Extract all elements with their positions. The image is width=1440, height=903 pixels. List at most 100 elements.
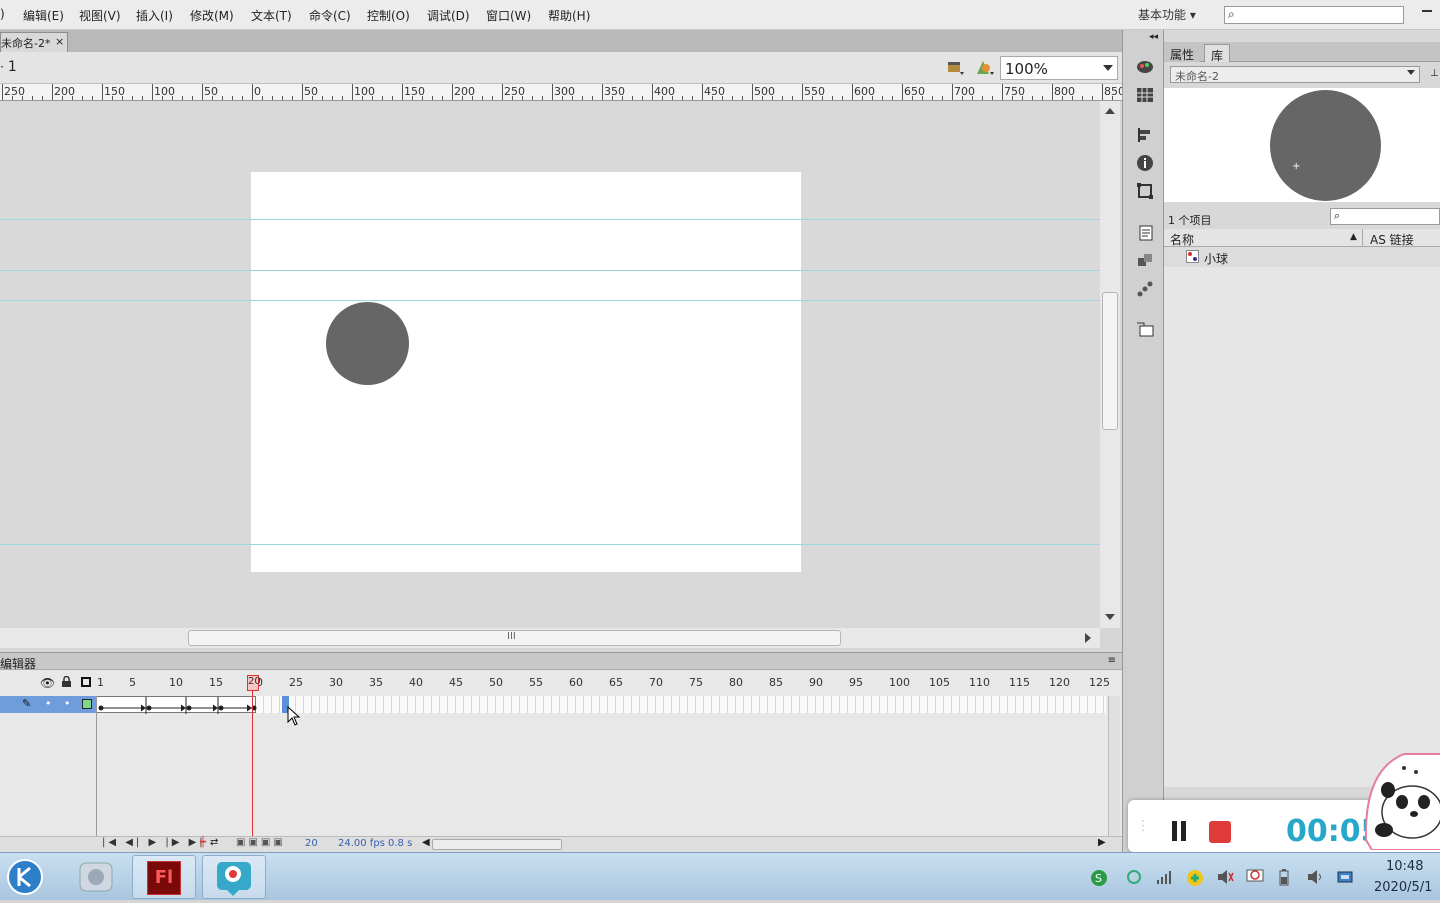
project-icon[interactable]: [1136, 320, 1154, 338]
guide-line[interactable]: [251, 300, 801, 301]
menu-view[interactable]: 视图(V): [79, 7, 121, 24]
taskbar-app-recorder[interactable]: [202, 855, 266, 899]
menu-commands[interactable]: 命令(C): [309, 7, 351, 24]
drag-handle-icon[interactable]: ⋮: [1136, 818, 1150, 834]
align-icon[interactable]: [1136, 126, 1154, 144]
pin-icon[interactable]: ⊥: [1430, 68, 1439, 79]
chevron-down-icon: [1103, 65, 1113, 71]
column-name[interactable]: 名称: [1170, 231, 1194, 248]
swatches-icon[interactable]: [1136, 86, 1154, 104]
security-tray-icon[interactable]: [1186, 869, 1203, 886]
playhead-marker[interactable]: 20: [247, 675, 261, 691]
onion-skin-icons[interactable]: ▣▣▣▣: [236, 837, 286, 848]
menu-edit[interactable]: 编辑(E): [23, 7, 64, 24]
library-search-input[interactable]: ⌕: [1330, 208, 1440, 225]
loop-icon[interactable]: ⇄: [210, 837, 218, 848]
components-icon[interactable]: [1136, 252, 1154, 270]
ruler-minor-tick: [832, 96, 833, 100]
collapse-icon[interactable]: ◂◂: [1149, 32, 1158, 42]
guide-line[interactable]: [251, 270, 801, 271]
visible-dot[interactable]: •: [45, 697, 52, 710]
sync-tray-icon[interactable]: S: [1090, 869, 1107, 886]
stop-record-button[interactable]: [1209, 821, 1231, 843]
ruler-tick: [402, 84, 403, 100]
tab-properties[interactable]: 属性: [1164, 44, 1201, 62]
info-icon[interactable]: [1136, 154, 1154, 172]
clock-time[interactable]: 10:48: [1386, 859, 1423, 874]
scroll-right-icon[interactable]: ▶: [1098, 837, 1106, 848]
document-tab[interactable]: 未命名-2* ×: [0, 32, 68, 52]
tab-library[interactable]: 库: [1204, 44, 1231, 63]
menu-control[interactable]: 控制(O): [367, 7, 410, 24]
ruler-minor-tick: [112, 96, 113, 100]
frame-rate[interactable]: 24.00 fps: [338, 838, 385, 849]
playhead-line[interactable]: [252, 676, 253, 844]
menu-text[interactable]: 文本(T): [251, 7, 292, 24]
scroll-left-icon[interactable]: ◀: [422, 837, 430, 848]
network-status-icon[interactable]: [1126, 869, 1142, 885]
outline-icon[interactable]: [81, 677, 91, 687]
ruler-minor-tick: [642, 96, 643, 100]
ruler-minor-tick: [222, 96, 223, 100]
minimize-button[interactable]: [1418, 2, 1436, 16]
pasteboard[interactable]: [0, 101, 1100, 628]
timeline-scroll-thumb[interactable]: [432, 839, 562, 850]
battery-icon[interactable]: [1278, 869, 1294, 886]
ball-symbol-instance[interactable]: [326, 302, 409, 385]
timeline-divider: [96, 696, 97, 846]
sort-icon[interactable]: ▲: [1350, 232, 1357, 242]
help-search-input[interactable]: ⌕: [1224, 6, 1404, 24]
taskbar-app-photos[interactable]: [66, 855, 130, 899]
taskbar-app-flash[interactable]: Fl: [132, 855, 196, 899]
eye-icon[interactable]: 👁: [40, 676, 55, 690]
zoom-select[interactable]: 100%: [1000, 56, 1118, 80]
lock-icon[interactable]: [61, 675, 71, 687]
clock-date[interactable]: 2020/5/1: [1374, 880, 1432, 895]
ruler-minor-tick: [332, 96, 333, 100]
actions-icon[interactable]: [1136, 224, 1154, 242]
vertical-scroll-thumb[interactable]: [1102, 292, 1118, 430]
playback-controls[interactable]: |◀ ◀| ▶ |▶ ▶|: [102, 837, 206, 848]
workspace-switcher[interactable]: 基本功能 ▾: [1138, 6, 1196, 23]
signal-icon[interactable]: [1156, 869, 1172, 885]
search-icon: ⌕: [1334, 209, 1341, 222]
close-icon[interactable]: ×: [55, 35, 64, 48]
speaker-icon[interactable]: [1306, 869, 1322, 885]
layer-color-swatch[interactable]: [82, 699, 92, 709]
layer-row[interactable]: ✎ • •: [0, 696, 96, 713]
ruler-minor-tick: [572, 96, 573, 100]
stage[interactable]: [251, 172, 801, 572]
ruler-minor-tick: [472, 96, 473, 100]
library-document-select[interactable]: 未命名-2: [1170, 66, 1420, 83]
volume-muted-icon[interactable]: [1216, 869, 1234, 885]
motion-tween-span[interactable]: [96, 696, 257, 714]
document-tab-title: 未命名-2*: [1, 37, 51, 50]
display-tray-icon[interactable]: [1246, 869, 1264, 885]
transform-icon[interactable]: [1136, 182, 1154, 200]
ruler-minor-tick: [892, 96, 893, 100]
pause-button[interactable]: [1170, 821, 1188, 841]
menu-item-prev[interactable]: ): [0, 7, 5, 21]
network-monitor-icon[interactable]: [1336, 869, 1353, 885]
ruler-minor-tick: [312, 96, 313, 100]
guide-line[interactable]: [251, 219, 801, 220]
panel-menu-icon[interactable]: ≡: [1108, 655, 1116, 666]
motion-presets-icon[interactable]: [1136, 280, 1154, 298]
menu-insert[interactable]: 插入(I): [136, 7, 173, 24]
guide-line[interactable]: [251, 544, 801, 545]
column-linkage[interactable]: AS 链接: [1370, 231, 1414, 248]
edit-symbol-icon[interactable]: [974, 58, 994, 78]
horizontal-scroll-thumb[interactable]: III: [188, 630, 841, 646]
library-item[interactable]: 小球: [1164, 247, 1440, 267]
menu-modify[interactable]: 修改(M): [190, 7, 234, 24]
color-palette-icon[interactable]: [1136, 58, 1154, 76]
menu-window[interactable]: 窗口(W): [486, 7, 531, 24]
timeline-vertical-scrollbar[interactable]: [1108, 696, 1120, 836]
lock-dot[interactable]: •: [64, 697, 71, 710]
center-frame-icon[interactable]: ┿: [200, 837, 206, 848]
ruler-minor-tick: [372, 96, 373, 100]
menu-help[interactable]: 帮助(H): [548, 7, 590, 24]
edit-scene-icon[interactable]: [946, 58, 966, 78]
menu-debug[interactable]: 调试(D): [427, 7, 470, 24]
start-button[interactable]: [2, 855, 48, 899]
